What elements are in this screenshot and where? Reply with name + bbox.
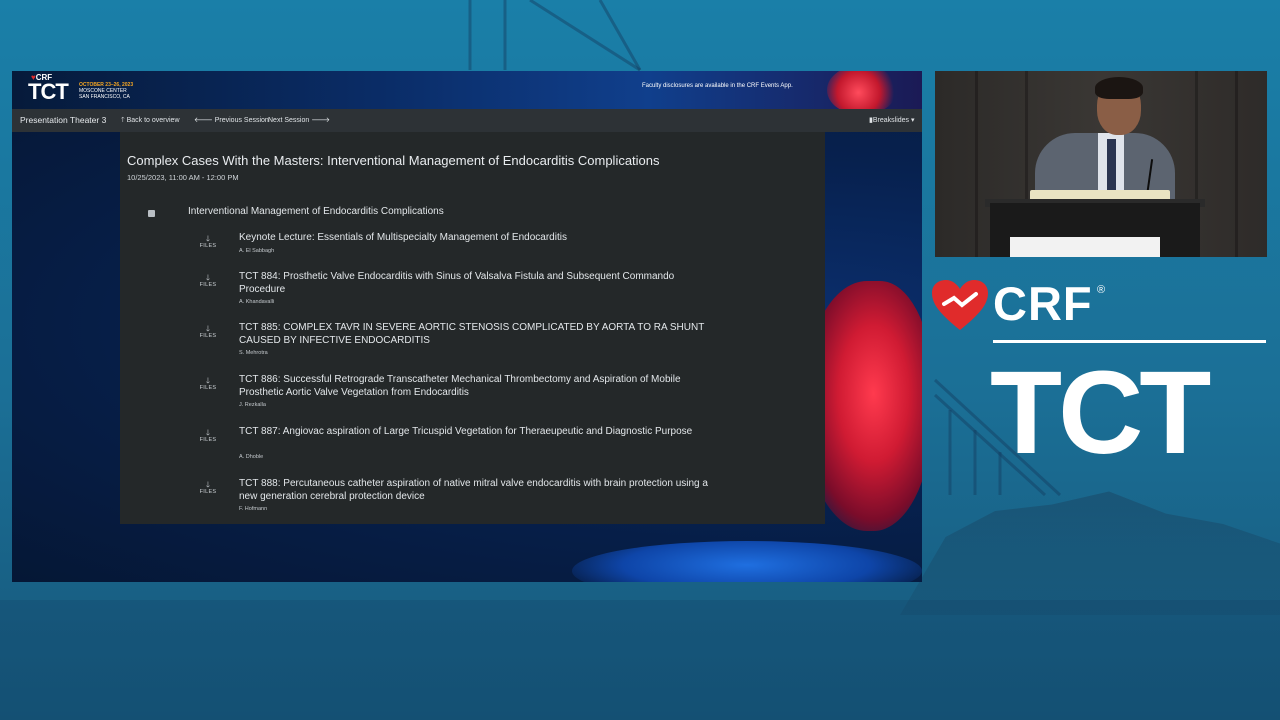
files-download-button[interactable]: 🡓 FILES (190, 273, 226, 289)
session-datetime: 10/25/2023, 11:00 AM - 12:00 PM (127, 173, 239, 182)
theater-title: Presentation Theater 3 (20, 115, 107, 125)
event-logo-label: TCT (28, 79, 69, 104)
talk-title[interactable]: TCT 888: Percutaneous catheter aspiratio… (239, 478, 719, 503)
session-title: Complex Cases With the Masters: Interven… (127, 153, 660, 168)
download-arrow-icon: 🡓 (205, 428, 211, 437)
previous-label: Previous Session (214, 117, 269, 124)
talk-author: A. Khandavalli (239, 299, 275, 305)
event-banner: ♥CRF TCT OCTOBER 23–26, 2023 MOSCONE CEN… (12, 71, 922, 115)
hand-background-graphic (572, 541, 922, 582)
previous-session-link[interactable]: 🡐 Previous Session (194, 109, 269, 132)
download-arrow-icon: 🡓 (205, 324, 211, 333)
speaker-camera-feed (935, 71, 1267, 257)
caret-down-icon: ▾ (911, 117, 915, 124)
talk-title[interactable]: TCT 884: Prosthetic Valve Endocarditis w… (239, 271, 719, 296)
collapse-toggle-icon[interactable] (148, 210, 155, 217)
arrow-right-icon: 🡒 (311, 117, 330, 124)
disclosure-text: Faculty disclosures are available in the… (642, 83, 793, 89)
talk-author: J. Rezkalla (239, 402, 266, 408)
talk-author: A. Dhoble (239, 454, 264, 460)
back-label: Back to overview (126, 117, 180, 124)
top-navbar: Presentation Theater 3 🡑 Back to overvie… (12, 109, 922, 132)
files-download-button[interactable]: 🡓 FILES (190, 234, 226, 250)
breakslides-dropdown[interactable]: ▮Breakslides ▾ (869, 109, 915, 132)
download-arrow-icon: 🡓 (205, 376, 211, 385)
talk-title[interactable]: Keynote Lecture: Essentials of Multispec… (239, 232, 719, 245)
files-download-button[interactable]: 🡓 FILES (190, 324, 226, 340)
download-arrow-icon: 🡓 (205, 480, 211, 489)
crf-heart-icon (932, 280, 988, 330)
registered-mark: ® (1097, 284, 1106, 296)
crf-brand-label: CRF (993, 277, 1093, 330)
arrow-up-icon: 🡑 (121, 117, 125, 124)
talk-title[interactable]: TCT 887: Angiovac aspiration of Large Tr… (239, 426, 719, 439)
talk-author: A. El Sabbagh (239, 248, 275, 254)
next-label: Next Session (268, 117, 310, 124)
mountain-background-graphic (900, 491, 1280, 615)
download-arrow-icon: 🡓 (205, 273, 211, 282)
tct-brand-label: TCT (990, 347, 1211, 479)
session-panel: Complex Cases With the Masters: Interven… (120, 132, 825, 524)
talk-title[interactable]: TCT 886: Successful Retrograde Transcath… (239, 374, 719, 399)
event-info: OCTOBER 23–26, 2023 MOSCONE CENTER SAN F… (79, 82, 133, 100)
files-download-button[interactable]: 🡓 FILES (190, 480, 226, 496)
talk-author: S. Mehrotra (239, 350, 268, 356)
back-to-overview-link[interactable]: 🡑 Back to overview (121, 109, 180, 132)
presentation-screen: ♥CRF TCT OCTOBER 23–26, 2023 MOSCONE CEN… (12, 71, 922, 582)
talk-title[interactable]: TCT 885: COMPLEX TAVR IN SEVERE AORTIC S… (239, 322, 719, 347)
files-download-button[interactable]: 🡓 FILES (190, 376, 226, 392)
download-arrow-icon: 🡓 (205, 234, 211, 243)
arrow-left-icon: 🡐 (194, 117, 213, 124)
event-city: SAN FRANCISCO, CA (79, 94, 130, 100)
talk-author: F. Hofmann (239, 506, 268, 512)
files-download-button[interactable]: 🡓 FILES (190, 428, 226, 444)
next-session-link[interactable]: Next Session 🡒 (268, 109, 330, 132)
group-title: Interventional Management of Endocarditi… (188, 206, 444, 217)
breakslides-label: Breakslides (872, 117, 910, 124)
